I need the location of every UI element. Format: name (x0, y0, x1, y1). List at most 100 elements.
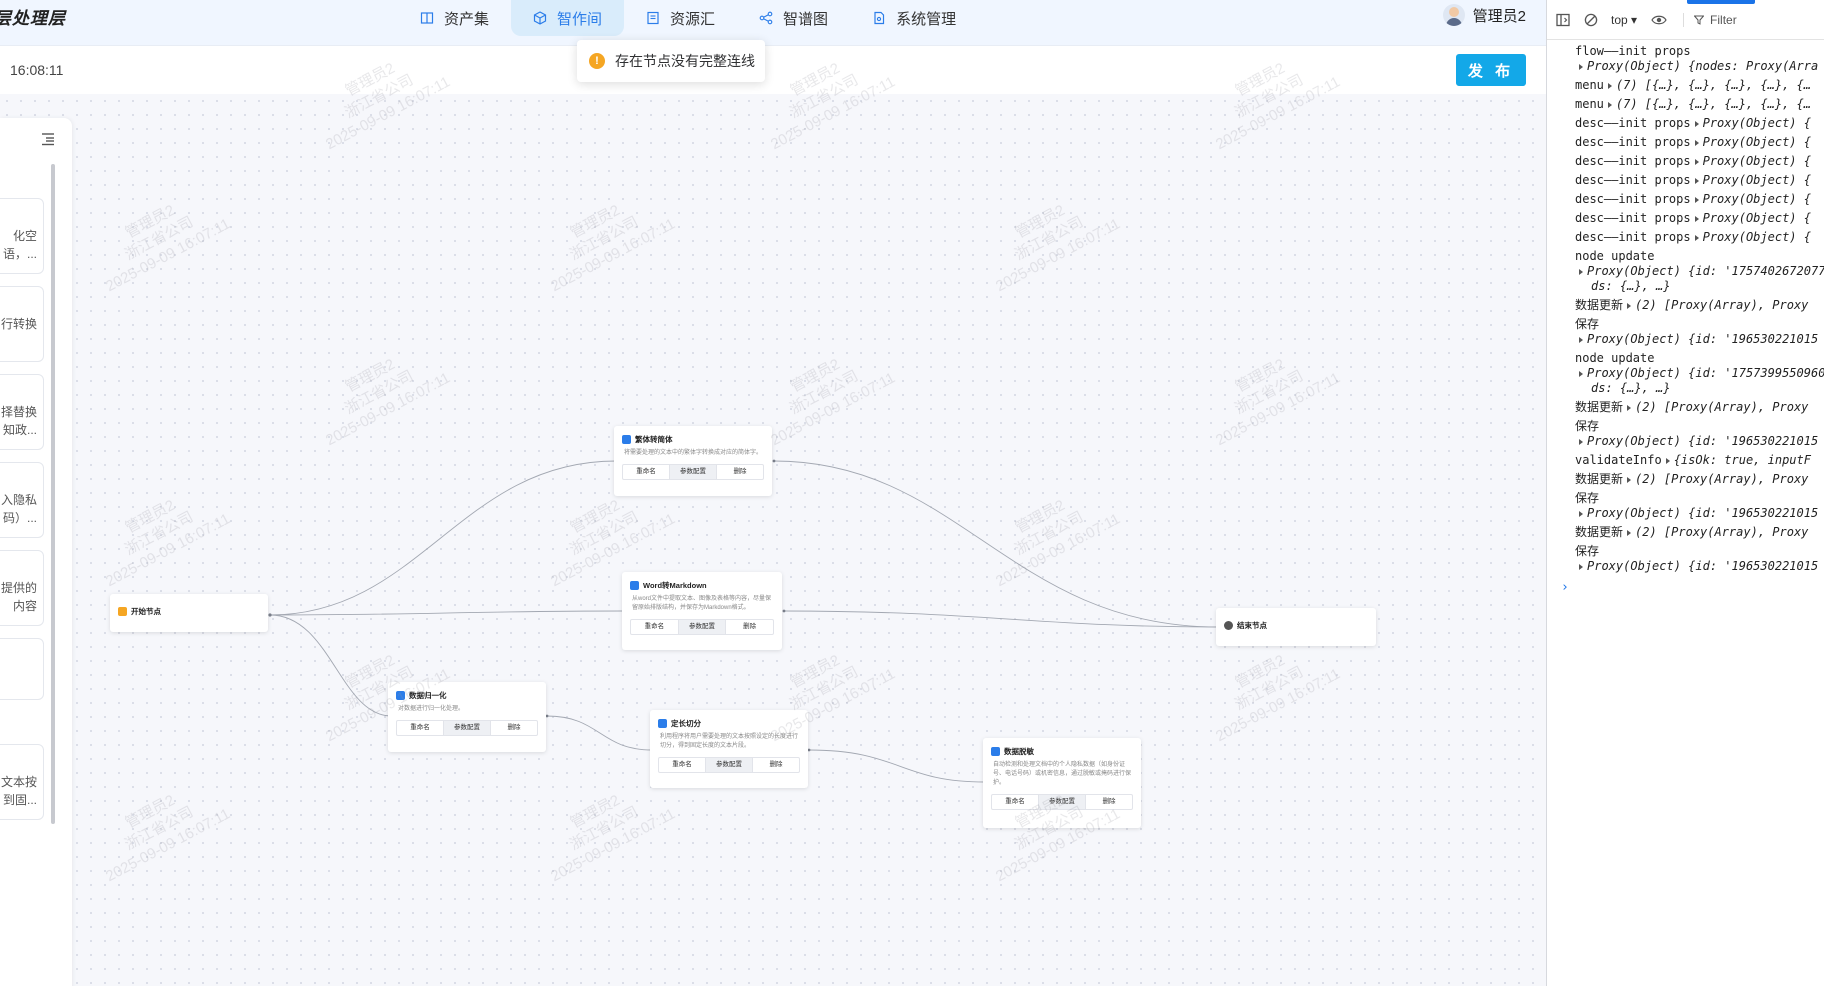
console-message[interactable]: 数据更新 (2) [Proxy(Array), Proxy (1547, 296, 1824, 315)
console-message[interactable]: 保存 Proxy(Object) {id: '196530221015 (1547, 489, 1824, 523)
context-select[interactable]: top ▾ (1611, 13, 1637, 27)
console-message[interactable]: desc——init props Proxy(Object) { (1547, 133, 1824, 152)
node-library-card[interactable]: 提供的 内容 (0, 550, 44, 626)
menu-lines-icon[interactable] (40, 132, 56, 146)
sub-header: 16:08:11 发 布 (0, 46, 1546, 94)
config-button[interactable]: 参数配置 (444, 721, 491, 735)
rename-button[interactable]: 重命名 (659, 758, 706, 772)
nav-item-2[interactable]: 资源汇 (624, 0, 737, 36)
expand-triangle-icon[interactable] (1607, 82, 1612, 89)
node-actions: 重命名 参数配置 删除 (630, 619, 774, 635)
flow-node-normalize[interactable]: 数据归一化 对数据进行归一化处理。 重命名 参数配置 删除 (388, 682, 546, 752)
expand-triangle-icon[interactable] (1579, 563, 1583, 570)
expand-triangle-icon[interactable] (1627, 404, 1632, 411)
node-library-card[interactable]: 入隐私 码）... (0, 462, 44, 538)
console-message[interactable]: 保存 Proxy(Object) {id: '196530221015 (1547, 417, 1824, 451)
clear-console-icon[interactable] (1583, 12, 1599, 28)
console-value: Proxy(Object) { (1702, 116, 1811, 130)
delete-button[interactable]: 删除 (753, 758, 799, 772)
console-message[interactable]: node update Proxy(Object) {id: '175739955… (1547, 349, 1824, 398)
expand-triangle-icon[interactable] (1579, 438, 1583, 445)
console-message[interactable]: menu (7) [{…}, {…}, {…}, {…}, {… (1547, 95, 1824, 114)
console-message[interactable]: desc——init props Proxy(Object) { (1547, 190, 1824, 209)
console-message[interactable]: flow——init props Proxy(Object) {nodes: Pr… (1547, 42, 1824, 76)
flow-node-end[interactable]: 结束节点 (1216, 608, 1376, 646)
flow-node-desensitize[interactable]: 数据脱敏 自动检测和处理文档中的个人隐私数据（如身份证号、电话号码）或机密信息，通… (983, 738, 1141, 828)
node-library-card[interactable]: 化空 语，... (0, 198, 44, 274)
expand-triangle-icon[interactable] (1579, 63, 1583, 70)
cube-icon (533, 11, 547, 25)
delete-button[interactable]: 删除 (1086, 795, 1132, 809)
console-message[interactable]: 保存 Proxy(Object) {id: '196530221015 (1547, 542, 1824, 576)
rename-button[interactable]: 重命名 (623, 465, 670, 479)
console-message[interactable]: desc——init props Proxy(Object) { (1547, 228, 1824, 247)
console-message[interactable]: 保存 Proxy(Object) {id: '196530221015 (1547, 315, 1824, 349)
delete-button[interactable]: 删除 (726, 620, 773, 634)
console-message[interactable]: 数据更新 (2) [Proxy(Array), Proxy (1547, 523, 1824, 542)
panel-scrollbar[interactable] (51, 164, 55, 824)
node-library-card[interactable]: 文本按 到固... (0, 744, 44, 820)
delete-button[interactable]: 删除 (717, 465, 763, 479)
expand-triangle-icon[interactable] (1579, 370, 1583, 377)
avatar[interactable] (1442, 4, 1465, 26)
expand-triangle-icon[interactable] (1627, 302, 1632, 309)
expand-triangle-icon[interactable] (1579, 268, 1583, 275)
expand-triangle-icon[interactable] (1579, 336, 1583, 343)
console-message[interactable]: menu (7) [{…}, {…}, {…}, {…}, {… (1547, 76, 1824, 95)
flow-node-fixedsplit[interactable]: 定长切分 利用程序将用户需要处理的文本按照设定的长度进行切分，得到固定长度的文本片… (650, 710, 808, 788)
node-library-card[interactable]: 行转换 (0, 286, 44, 362)
nav-item-3[interactable]: 智谱图 (737, 0, 850, 36)
document-icon (658, 719, 667, 728)
publish-button[interactable]: 发 布 (1456, 54, 1526, 86)
expand-triangle-icon[interactable] (1665, 457, 1670, 464)
sidebar-toggle-icon[interactable] (1555, 12, 1571, 28)
expand-triangle-icon[interactable] (1694, 177, 1699, 184)
expand-triangle-icon[interactable] (1607, 101, 1612, 108)
eye-icon[interactable] (1651, 12, 1667, 28)
console-value: Proxy(Object) { (1702, 192, 1811, 206)
node-library-card[interactable] (0, 638, 44, 700)
console-label: desc——init props (1575, 173, 1691, 187)
console-message[interactable]: node update Proxy(Object) {id: '175740267… (1547, 247, 1824, 296)
config-button[interactable]: 参数配置 (678, 620, 727, 634)
filter-input[interactable]: Filter (1683, 12, 1737, 27)
config-button[interactable]: 参数配置 (706, 758, 753, 772)
rename-button[interactable]: 重命名 (397, 721, 444, 735)
save-time: 16:08:11 (10, 62, 64, 78)
console-message[interactable]: desc——init props Proxy(Object) { (1547, 114, 1824, 133)
nav-label: 资源汇 (670, 10, 716, 28)
document-icon (991, 747, 1000, 756)
console-prompt[interactable]: › (1547, 580, 1824, 595)
nav-item-4[interactable]: 系统管理 (850, 0, 978, 36)
expand-triangle-icon[interactable] (1579, 510, 1583, 517)
flow-canvas[interactable]: 化空 语，... 行转换择替换 知政... 入隐私 码）... 提供的 内容 文本按 到… (0, 94, 1546, 986)
config-button[interactable]: 参数配置 (670, 465, 717, 479)
console-value: (2) [Proxy(Array), Proxy (1635, 525, 1809, 539)
rename-button[interactable]: 重命名 (631, 620, 679, 634)
rename-button[interactable]: 重命名 (992, 795, 1039, 809)
expand-triangle-icon[interactable] (1694, 120, 1699, 127)
console-message[interactable]: 数据更新 (2) [Proxy(Array), Proxy (1547, 398, 1824, 417)
expand-triangle-icon[interactable] (1627, 476, 1632, 483)
console-message[interactable]: desc——init props Proxy(Object) { (1547, 209, 1824, 228)
expand-triangle-icon[interactable] (1627, 529, 1632, 536)
console-message[interactable]: desc——init props Proxy(Object) { (1547, 171, 1824, 190)
expand-triangle-icon[interactable] (1694, 139, 1699, 146)
flow-node-word2md[interactable]: Word转Markdown 从word文件中提取文本、图像及表格等内容，尽量保留原… (622, 572, 782, 650)
delete-button[interactable]: 删除 (491, 721, 537, 735)
console-message[interactable]: desc——init props Proxy(Object) { (1547, 152, 1824, 171)
user-menu[interactable]: 管理员2 (1442, 4, 1526, 26)
expand-triangle-icon[interactable] (1694, 196, 1699, 203)
console-message[interactable]: 数据更新 (2) [Proxy(Array), Proxy (1547, 470, 1824, 489)
flow-node-trad2simp[interactable]: 繁体转简体 将需要处理的文本中的繁体字转换成对应的简体字。 重命名 参数配置 删除 (614, 426, 772, 496)
config-button[interactable]: 参数配置 (1039, 795, 1086, 809)
node-library-card[interactable]: 择替换 知政... (0, 374, 44, 450)
share-graph-icon (759, 11, 773, 25)
expand-triangle-icon[interactable] (1694, 215, 1699, 222)
console-message[interactable]: validateInfo {isOk: true, inputF (1547, 451, 1824, 470)
expand-triangle-icon[interactable] (1694, 234, 1699, 241)
nav-item-1[interactable]: 智作间 (511, 0, 625, 36)
flow-node-start[interactable]: 开始节点 (110, 594, 268, 632)
nav-item-0[interactable]: 资产集 (398, 0, 511, 36)
expand-triangle-icon[interactable] (1694, 158, 1699, 165)
